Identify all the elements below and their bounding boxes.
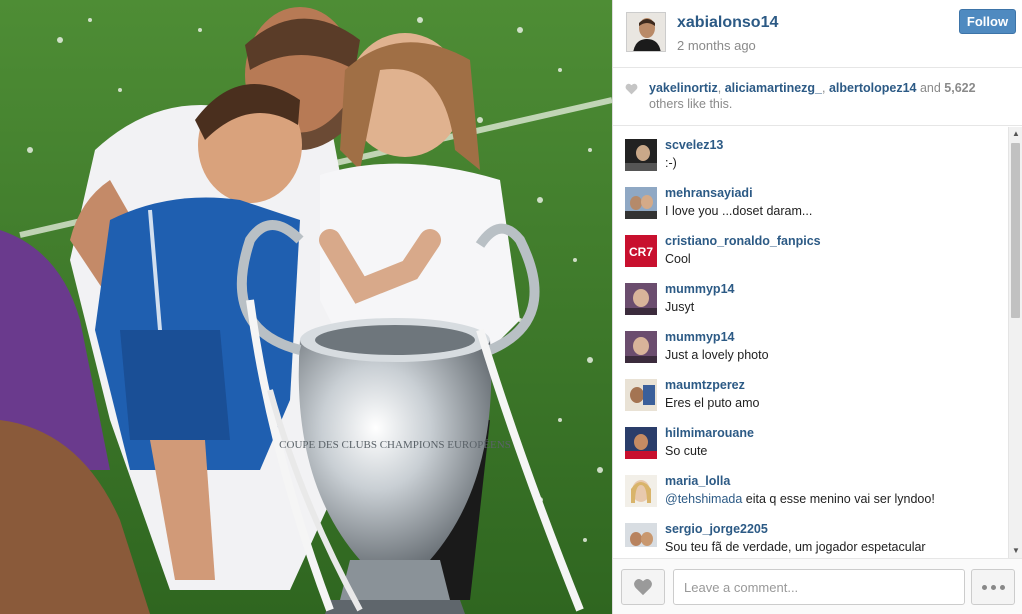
heart-icon (625, 83, 638, 95)
comment-text: Cool (665, 252, 691, 266)
commenter-avatar[interactable] (625, 331, 657, 363)
comment-text: @tehshimada eita q esse menino vai ser l… (665, 492, 935, 506)
commenter-avatar[interactable] (625, 139, 657, 171)
heart-icon (634, 579, 652, 596)
commenter-avatar[interactable] (625, 475, 657, 507)
likes-summary: yakelinortiz, aliciamartinezg_, albertol… (613, 68, 1022, 126)
comment-list: scvelez13 :-) mehransayiadi I love you .… (613, 127, 1008, 558)
commenter-avatar[interactable] (625, 187, 657, 219)
comment-footer (613, 558, 1022, 614)
post-timestamp[interactable]: 2 months ago (677, 38, 756, 53)
comment-text: So cute (665, 444, 708, 458)
comments-scrollbar[interactable]: ▲ ▼ (1008, 127, 1022, 558)
scroll-up-arrow-icon[interactable]: ▲ (1009, 127, 1022, 141)
commenter-avatar[interactable] (625, 427, 657, 459)
comment-item: maria_lolla @tehshimada eita q esse meni… (613, 463, 1008, 511)
commenter-username[interactable]: hilmimarouane (665, 426, 754, 440)
comment-text: Just a lovely photo (665, 348, 769, 362)
comment-item: maumtzperez Eres el puto amo (613, 367, 1008, 415)
follow-button[interactable]: Follow (959, 9, 1016, 34)
likes-suffix: others like this. (649, 97, 733, 111)
post-details-panel: xabialonso14 2 months ago Follow yakelin… (612, 0, 1022, 614)
likes-count[interactable]: 5,622 (944, 81, 975, 95)
author-username[interactable]: xabialonso14 (677, 14, 778, 32)
commenter-username[interactable]: cristiano_ronaldo_fanpics (665, 234, 821, 248)
commenter-avatar[interactable] (625, 523, 657, 555)
commenter-username[interactable]: maumtzperez (665, 378, 745, 392)
svg-text:CR7: CR7 (629, 245, 653, 259)
author-avatar[interactable] (626, 12, 666, 52)
likes-separator: , (717, 81, 725, 95)
comment-text: Sou teu fã de verdade, um jogador espeta… (665, 540, 926, 554)
comment-item: mehransayiadi I love you ...doset daram.… (613, 175, 1008, 223)
trophy-inscription: COUPE DES CLUBS CHAMPIONS EUROPÉENS (279, 439, 511, 451)
post-photo[interactable]: COUPE DES CLUBS CHAMPIONS EUROPÉENS (0, 0, 612, 614)
photo-illustration: COUPE DES CLUBS CHAMPIONS EUROPÉENS (0, 0, 612, 614)
comment-item: scvelez13 :-) (613, 127, 1008, 175)
commenter-username[interactable]: sergio_jorge2205 (665, 522, 768, 536)
comment-text: Jusyt (665, 300, 695, 314)
comment-input[interactable] (673, 569, 965, 605)
comment-item: hilmimarouane So cute (613, 415, 1008, 463)
comment-item: CR7 cristiano_ronaldo_fanpics Cool (613, 223, 1008, 271)
scroll-down-arrow-icon[interactable]: ▼ (1009, 544, 1022, 558)
commenter-avatar[interactable]: CR7 (625, 235, 657, 267)
liker-link[interactable]: yakelinortiz (649, 81, 718, 95)
comment-text: I love you ...doset daram... (665, 204, 813, 218)
commenter-username[interactable]: mummyp14 (665, 282, 734, 296)
liker-link[interactable]: aliciamartinezg_ (725, 81, 822, 95)
commenter-avatar[interactable] (625, 283, 657, 315)
comment-item: sergio_jorge2205 Sou teu fã de verdade, … (613, 511, 1008, 558)
commenter-username[interactable]: mehransayiadi (665, 186, 753, 200)
ellipsis-icon (981, 584, 987, 590)
comment-mention[interactable]: @tehshimada (665, 492, 742, 506)
like-button[interactable] (621, 569, 665, 605)
comment-item: mummyp14 Jusyt (613, 271, 1008, 319)
commenter-username[interactable]: mummyp14 (665, 330, 734, 344)
commenter-avatar[interactable] (625, 379, 657, 411)
liker-link[interactable]: albertolopez14 (829, 81, 917, 95)
more-options-button[interactable] (971, 569, 1015, 605)
comment-text-body: eita q esse menino vai ser lyndoo! (742, 492, 935, 506)
commenter-username[interactable]: maria_lolla (665, 474, 730, 488)
likes-and: and (916, 81, 945, 95)
post-header: xabialonso14 2 months ago Follow (613, 0, 1022, 68)
ellipsis-icon (990, 584, 996, 590)
likes-separator: , (822, 81, 829, 95)
ellipsis-icon (999, 584, 1005, 590)
commenter-username[interactable]: scvelez13 (665, 138, 723, 152)
comment-text: Eres el puto amo (665, 396, 760, 410)
comment-item: mummyp14 Just a lovely photo (613, 319, 1008, 367)
scroll-thumb[interactable] (1011, 143, 1020, 318)
comment-text: :-) (665, 156, 677, 170)
